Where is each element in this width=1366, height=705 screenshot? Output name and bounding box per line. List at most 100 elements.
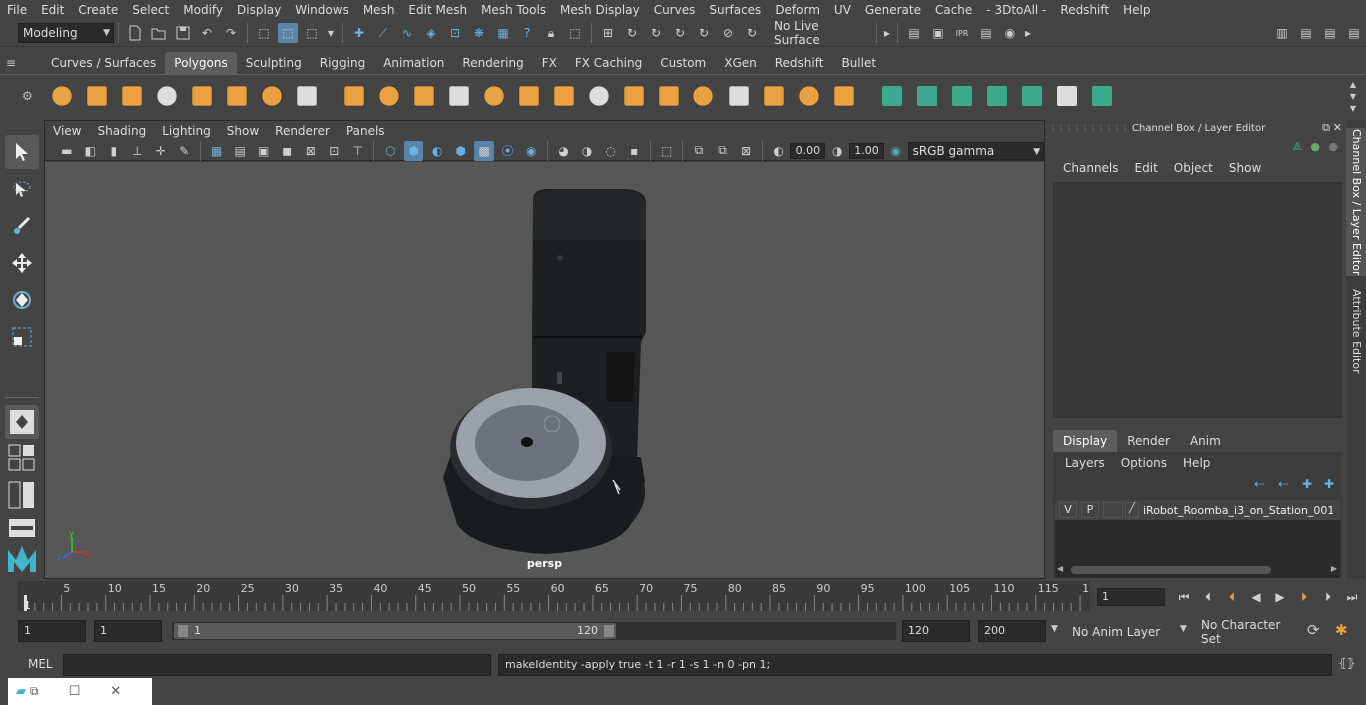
layer-playback-toggle[interactable]: P bbox=[1081, 502, 1099, 518]
save-scene-icon[interactable] bbox=[173, 23, 193, 43]
viewport-scene[interactable]: x y z persp bbox=[45, 162, 1044, 578]
wireframe-icon[interactable]: ⬡ bbox=[380, 141, 400, 161]
lock-icon[interactable]: 🔒︎ bbox=[541, 23, 561, 43]
uv-editor-icon[interactable] bbox=[1019, 83, 1045, 109]
layer-display-type[interactable] bbox=[1103, 502, 1123, 518]
new-layer-selected-icon[interactable]: ✚ bbox=[1324, 477, 1334, 491]
side-by-side-layout-icon[interactable] bbox=[5, 480, 39, 510]
ipr-render-icon[interactable]: IPR bbox=[952, 23, 972, 43]
poly-cone-icon[interactable] bbox=[154, 83, 180, 109]
shelf-tab-fx[interactable]: FX bbox=[533, 52, 566, 74]
menu-help[interactable]: Help bbox=[1116, 0, 1157, 20]
current-frame-field[interactable]: 1 bbox=[1097, 588, 1165, 606]
shelf-tab-animation[interactable]: Animation bbox=[374, 52, 453, 74]
live-surface-field[interactable]: No Live Surface bbox=[770, 19, 866, 47]
timeline-track[interactable]: 5 10 15 20 25 30 35 40 45 50 55 60 65 70 75 80 85 90 95 100… bbox=[18, 581, 1090, 611]
layer-tab-render[interactable]: Render bbox=[1117, 430, 1180, 452]
bridge-icon[interactable] bbox=[551, 83, 577, 109]
select-dynamics-icon[interactable]: ❋ bbox=[469, 23, 489, 43]
chevron-down-icon[interactable]: ▼ bbox=[1051, 624, 1058, 634]
axis-icon[interactable]: ⟁ bbox=[1292, 140, 1302, 154]
go-to-start-icon[interactable]: ⏮︎ bbox=[1174, 587, 1194, 607]
motion-blur-icon[interactable]: ◌ bbox=[601, 141, 621, 161]
layer-visibility-toggle[interactable]: V bbox=[1059, 502, 1077, 518]
insert-loop-icon[interactable] bbox=[761, 83, 787, 109]
menu-windows[interactable]: Windows bbox=[288, 0, 356, 20]
resolution-gate-icon[interactable]: ▣ bbox=[254, 141, 274, 161]
shelf-tab-xgen[interactable]: XGen bbox=[715, 52, 766, 74]
ambient-occlusion-icon[interactable]: ◑ bbox=[577, 141, 597, 161]
viewport-menu-show[interactable]: Show bbox=[219, 124, 267, 138]
unfold-uv-icon[interactable] bbox=[1089, 83, 1115, 109]
select-handles-icon[interactable]: ✚ bbox=[349, 23, 369, 43]
shelf-tab-rigging[interactable]: Rigging bbox=[311, 52, 374, 74]
render-view-icon[interactable]: ▤ bbox=[904, 23, 924, 43]
script-mode-label[interactable]: MEL bbox=[28, 657, 53, 671]
select-curves-icon[interactable]: ∿ bbox=[397, 23, 417, 43]
safe-title-icon[interactable]: ⊤ bbox=[348, 141, 368, 161]
film-gate-icon[interactable]: ▤ bbox=[230, 141, 250, 161]
float-panel-icon[interactable]: ⧉ bbox=[1322, 121, 1330, 135]
layer-tab-display[interactable]: Display bbox=[1053, 430, 1118, 452]
shelf-tab-sculpting[interactable]: Sculpting bbox=[237, 52, 311, 74]
channel-menu-channels[interactable]: Channels bbox=[1055, 161, 1127, 175]
play-backwards-icon[interactable]: ◀ bbox=[1246, 587, 1266, 607]
anti-aliasing-icon[interactable]: ▪ bbox=[624, 141, 644, 161]
menu-3dtoall[interactable]: - 3DtoAll - bbox=[979, 0, 1053, 20]
new-layer-icon[interactable]: ✚ bbox=[1302, 477, 1312, 491]
shelf-tab-polygons[interactable]: Polygons bbox=[165, 52, 237, 74]
merge-icon[interactable] bbox=[690, 83, 716, 109]
layer-menu-layers[interactable]: Layers bbox=[1057, 456, 1113, 470]
command-input[interactable] bbox=[63, 654, 491, 676]
mode-dropdown[interactable]: Modeling ▼ bbox=[18, 23, 114, 43]
shelf-tab-curves-surfaces[interactable]: Curves / Surfaces bbox=[42, 52, 165, 74]
outliner-layout-icon[interactable] bbox=[5, 516, 39, 540]
viewport-menu-renderer[interactable]: Renderer bbox=[267, 124, 338, 138]
exposure-icon[interactable]: ◐ bbox=[769, 141, 789, 161]
step-back-key-icon[interactable]: ⏴︎ bbox=[1222, 587, 1242, 607]
grid-icon[interactable]: ▦ bbox=[207, 141, 227, 161]
layer-color-swatch[interactable]: ╱ bbox=[1125, 502, 1139, 518]
snap-curve-icon[interactable]: ↻ bbox=[622, 23, 642, 43]
multi-cut-icon[interactable] bbox=[586, 83, 612, 109]
gear-icon[interactable]: ⚙ bbox=[22, 89, 33, 103]
combine-icon[interactable] bbox=[341, 83, 367, 109]
step-forward-key-icon[interactable]: ⏵︎ bbox=[1294, 587, 1314, 607]
menu-deform[interactable]: Deform bbox=[768, 0, 827, 20]
shelf-menu-icon[interactable]: ≡ bbox=[0, 52, 22, 74]
layer-menu-help[interactable]: Help bbox=[1175, 456, 1218, 470]
snap-view-plane-icon[interactable]: ↻ bbox=[694, 23, 714, 43]
smooth-icon[interactable] bbox=[446, 83, 472, 109]
select-hierarchy-icon[interactable]: ⬚ bbox=[254, 23, 274, 43]
single-perspective-layout-icon[interactable] bbox=[5, 405, 39, 439]
menu-mesh-display[interactable]: Mesh Display bbox=[553, 0, 647, 20]
four-view-layout-icon[interactable] bbox=[5, 443, 39, 473]
render-settings-icon[interactable]: ▤ bbox=[976, 23, 996, 43]
use-default-material-icon[interactable]: ◐ bbox=[427, 141, 447, 161]
menu-curves[interactable]: Curves bbox=[647, 0, 703, 20]
scale-tool-icon[interactable] bbox=[5, 320, 39, 354]
rotate-tool-icon[interactable] bbox=[5, 283, 39, 317]
menu-generate[interactable]: Generate bbox=[858, 0, 928, 20]
menu-surfaces[interactable]: Surfaces bbox=[702, 0, 768, 20]
image-plane-icon[interactable]: ⊥ bbox=[128, 141, 148, 161]
shadows-icon[interactable]: ◕ bbox=[554, 141, 574, 161]
channel-list[interactable] bbox=[1053, 182, 1342, 418]
layer-scrollbar[interactable]: ◀ ▶ bbox=[1057, 564, 1337, 576]
channel-menu-object[interactable]: Object bbox=[1166, 161, 1221, 175]
menu-select[interactable]: Select bbox=[125, 0, 176, 20]
new-scene-icon[interactable] bbox=[125, 23, 145, 43]
bool-union-icon[interactable] bbox=[726, 83, 752, 109]
select-deformations-icon[interactable]: ⊡ bbox=[445, 23, 465, 43]
automatic-uv-icon[interactable] bbox=[984, 83, 1010, 109]
exposure-field[interactable]: 0.00 bbox=[790, 142, 826, 159]
channel-menu-show[interactable]: Show bbox=[1221, 161, 1269, 175]
select-object-icon[interactable]: ⬚ bbox=[278, 23, 298, 43]
shelf-tab-custom[interactable]: Custom bbox=[651, 52, 715, 74]
planar-uv-icon[interactable] bbox=[879, 83, 905, 109]
move-layer-down-icon[interactable]: ⇠ bbox=[1278, 477, 1288, 491]
select-tool-icon[interactable] bbox=[5, 135, 39, 169]
poly-torus-icon[interactable] bbox=[224, 83, 250, 109]
move-layer-up-icon[interactable]: ⇠ bbox=[1254, 477, 1264, 491]
isolate-select-icon[interactable]: ⬚ bbox=[657, 141, 677, 161]
